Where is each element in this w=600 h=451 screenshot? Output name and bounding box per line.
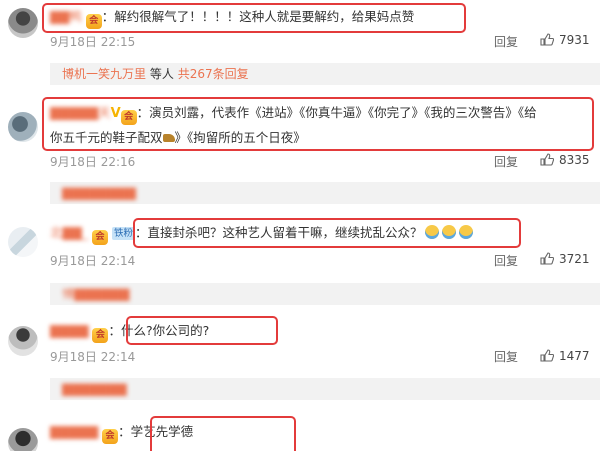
avatar[interactable] <box>8 428 38 451</box>
highlight-box <box>133 218 521 248</box>
thumbs-up-icon[interactable] <box>540 252 554 265</box>
like-count: 8335 <box>559 153 590 167</box>
like-count: 7931 <box>559 33 590 47</box>
highlight-box <box>126 316 278 345</box>
subreply-count[interactable]: 共267条回复 <box>178 67 249 81</box>
reply-button[interactable]: 回复 <box>494 348 518 365</box>
avatar[interactable] <box>8 8 38 38</box>
thumbs-up-icon[interactable] <box>540 349 554 362</box>
vip-crown-badge-icon[interactable]: 会 <box>102 429 119 444</box>
subreply-username[interactable]: 博机一笑九万里 <box>62 67 146 81</box>
highlight-box <box>42 97 594 151</box>
highlight-box <box>42 3 466 33</box>
like-count: 1477 <box>559 349 590 363</box>
subreply-username[interactable]: ▇▇▇▇▇▇▇▇ <box>62 186 136 200</box>
subreply-username[interactable]: ▇▇▇▇▇▇▇ <box>62 382 127 396</box>
avatar[interactable] <box>8 326 38 356</box>
username[interactable]: ▇▇▇▇▇ <box>50 424 98 439</box>
subreply-summary[interactable]: 愽▇▇▇▇▇▇ <box>50 283 600 305</box>
like-count: 3721 <box>559 252 590 266</box>
subreply-summary[interactable]: 博机一笑九万里 等人 共267条回复 <box>50 63 600 85</box>
subreply-summary[interactable]: ▇▇▇▇▇▇▇▇ <box>50 182 600 204</box>
comment-time: 9月18日 22:14 <box>50 350 136 364</box>
thumbs-up-icon[interactable] <box>540 153 554 166</box>
username[interactable]: ▇▇▇▇ <box>50 323 88 338</box>
vip-crown-badge-icon[interactable]: 会 <box>92 328 109 343</box>
comment-time: 9月18日 22:14 <box>50 254 136 268</box>
comment-time: 9月18日 22:15 <box>50 35 136 49</box>
reply-button[interactable]: 回复 <box>494 153 518 170</box>
vip-crown-badge-icon[interactable]: 会 <box>91 230 108 245</box>
reply-button[interactable]: 回复 <box>494 252 518 269</box>
avatar[interactable] <box>8 112 38 142</box>
highlight-box <box>150 416 296 451</box>
fan-badge: 铁粉 <box>111 227 135 240</box>
comment-time: 9月18日 22:16 <box>50 155 136 169</box>
reply-button[interactable]: 回复 <box>494 33 518 50</box>
username[interactable]: 北▇▇_ <box>50 225 88 240</box>
subreply-summary[interactable]: ▇▇▇▇▇▇▇ <box>50 378 600 400</box>
subreply-username[interactable]: 愽▇▇▇▇▇▇ <box>62 287 129 301</box>
subreply-middle: 等人 <box>149 67 174 81</box>
thumbs-up-icon[interactable] <box>540 33 554 46</box>
avatar[interactable] <box>8 227 38 257</box>
